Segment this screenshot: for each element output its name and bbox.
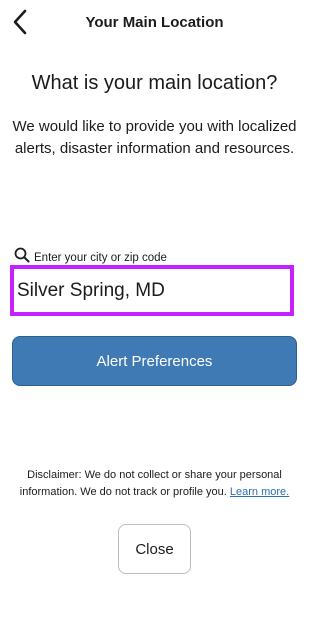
learn-more-link[interactable]: Learn more. [230, 486, 289, 498]
disclaimer: Disclaimer: We do not collect or share y… [8, 467, 301, 501]
close-button[interactable]: Close [118, 524, 191, 574]
location-question: What is your main location? [31, 72, 278, 94]
alert-preferences-button[interactable]: Alert Preferences [12, 336, 297, 386]
intro-text: We would like to provide you with locali… [12, 118, 297, 157]
page-title: Your Main Location [85, 14, 224, 31]
search-label: Enter your city or zip code [34, 251, 167, 264]
search-field[interactable] [10, 265, 294, 316]
search-input[interactable] [14, 269, 290, 312]
